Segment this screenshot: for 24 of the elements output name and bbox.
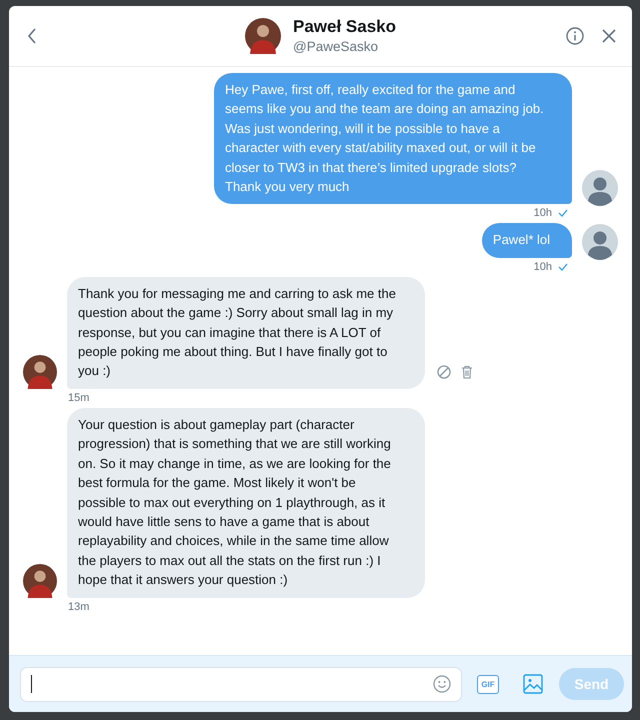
close-icon[interactable] [602,29,616,43]
message-bubble: Hey Pawe, first off, really excited for the game and seems like you and the team are doing an amazing job. Was just wondering, will it be possible to have a character with every stat/ability maxed out, or will it be closer to TW3 in that there’s limited upgrade slots? Thank you very much [214,73,572,204]
avatar [23,354,57,389]
message-time: 13m [68,600,90,613]
contact-name: Paweł Sasko [293,17,396,37]
block-icon[interactable] [437,364,451,379]
back-icon[interactable] [27,28,37,44]
avatar [245,18,281,54]
message-time: 10h [534,260,552,273]
message-bubble: Your question is about gameplay part (character progression) that is something that we are still working on. So it may change in time, as we are looking for the best formula for the game. Most likely it won't be possible to max out everything on 1 playthrough, as it would have little sens to have a game that is about replayability and choices, while in the same time allow the players to max out all the stats on the first run :) I hope that it answers your question :) [67,408,425,598]
trash-icon[interactable] [461,364,473,379]
message-time: 10h [534,207,552,220]
message-time: 15m [68,392,90,404]
user-avatar [582,224,618,260]
avatar [23,564,57,598]
image-icon[interactable] [523,674,543,694]
message-bubble: Thank you for messaging me and carring to ask me the question about the game :) Sorry about small lag in my response, but you can imagine that there is A LOT of people poking me about thing. But I have finally got to you :) [67,276,425,389]
user-avatar [582,170,618,206]
contact-handle: @PaweSasko [293,39,379,54]
message-input[interactable] [20,666,462,702]
gif-button[interactable]: GIF [477,674,499,694]
emoji-icon[interactable] [433,675,451,693]
info-icon[interactable] [566,27,584,45]
message-bubble: Pawel* lol [482,223,572,258]
